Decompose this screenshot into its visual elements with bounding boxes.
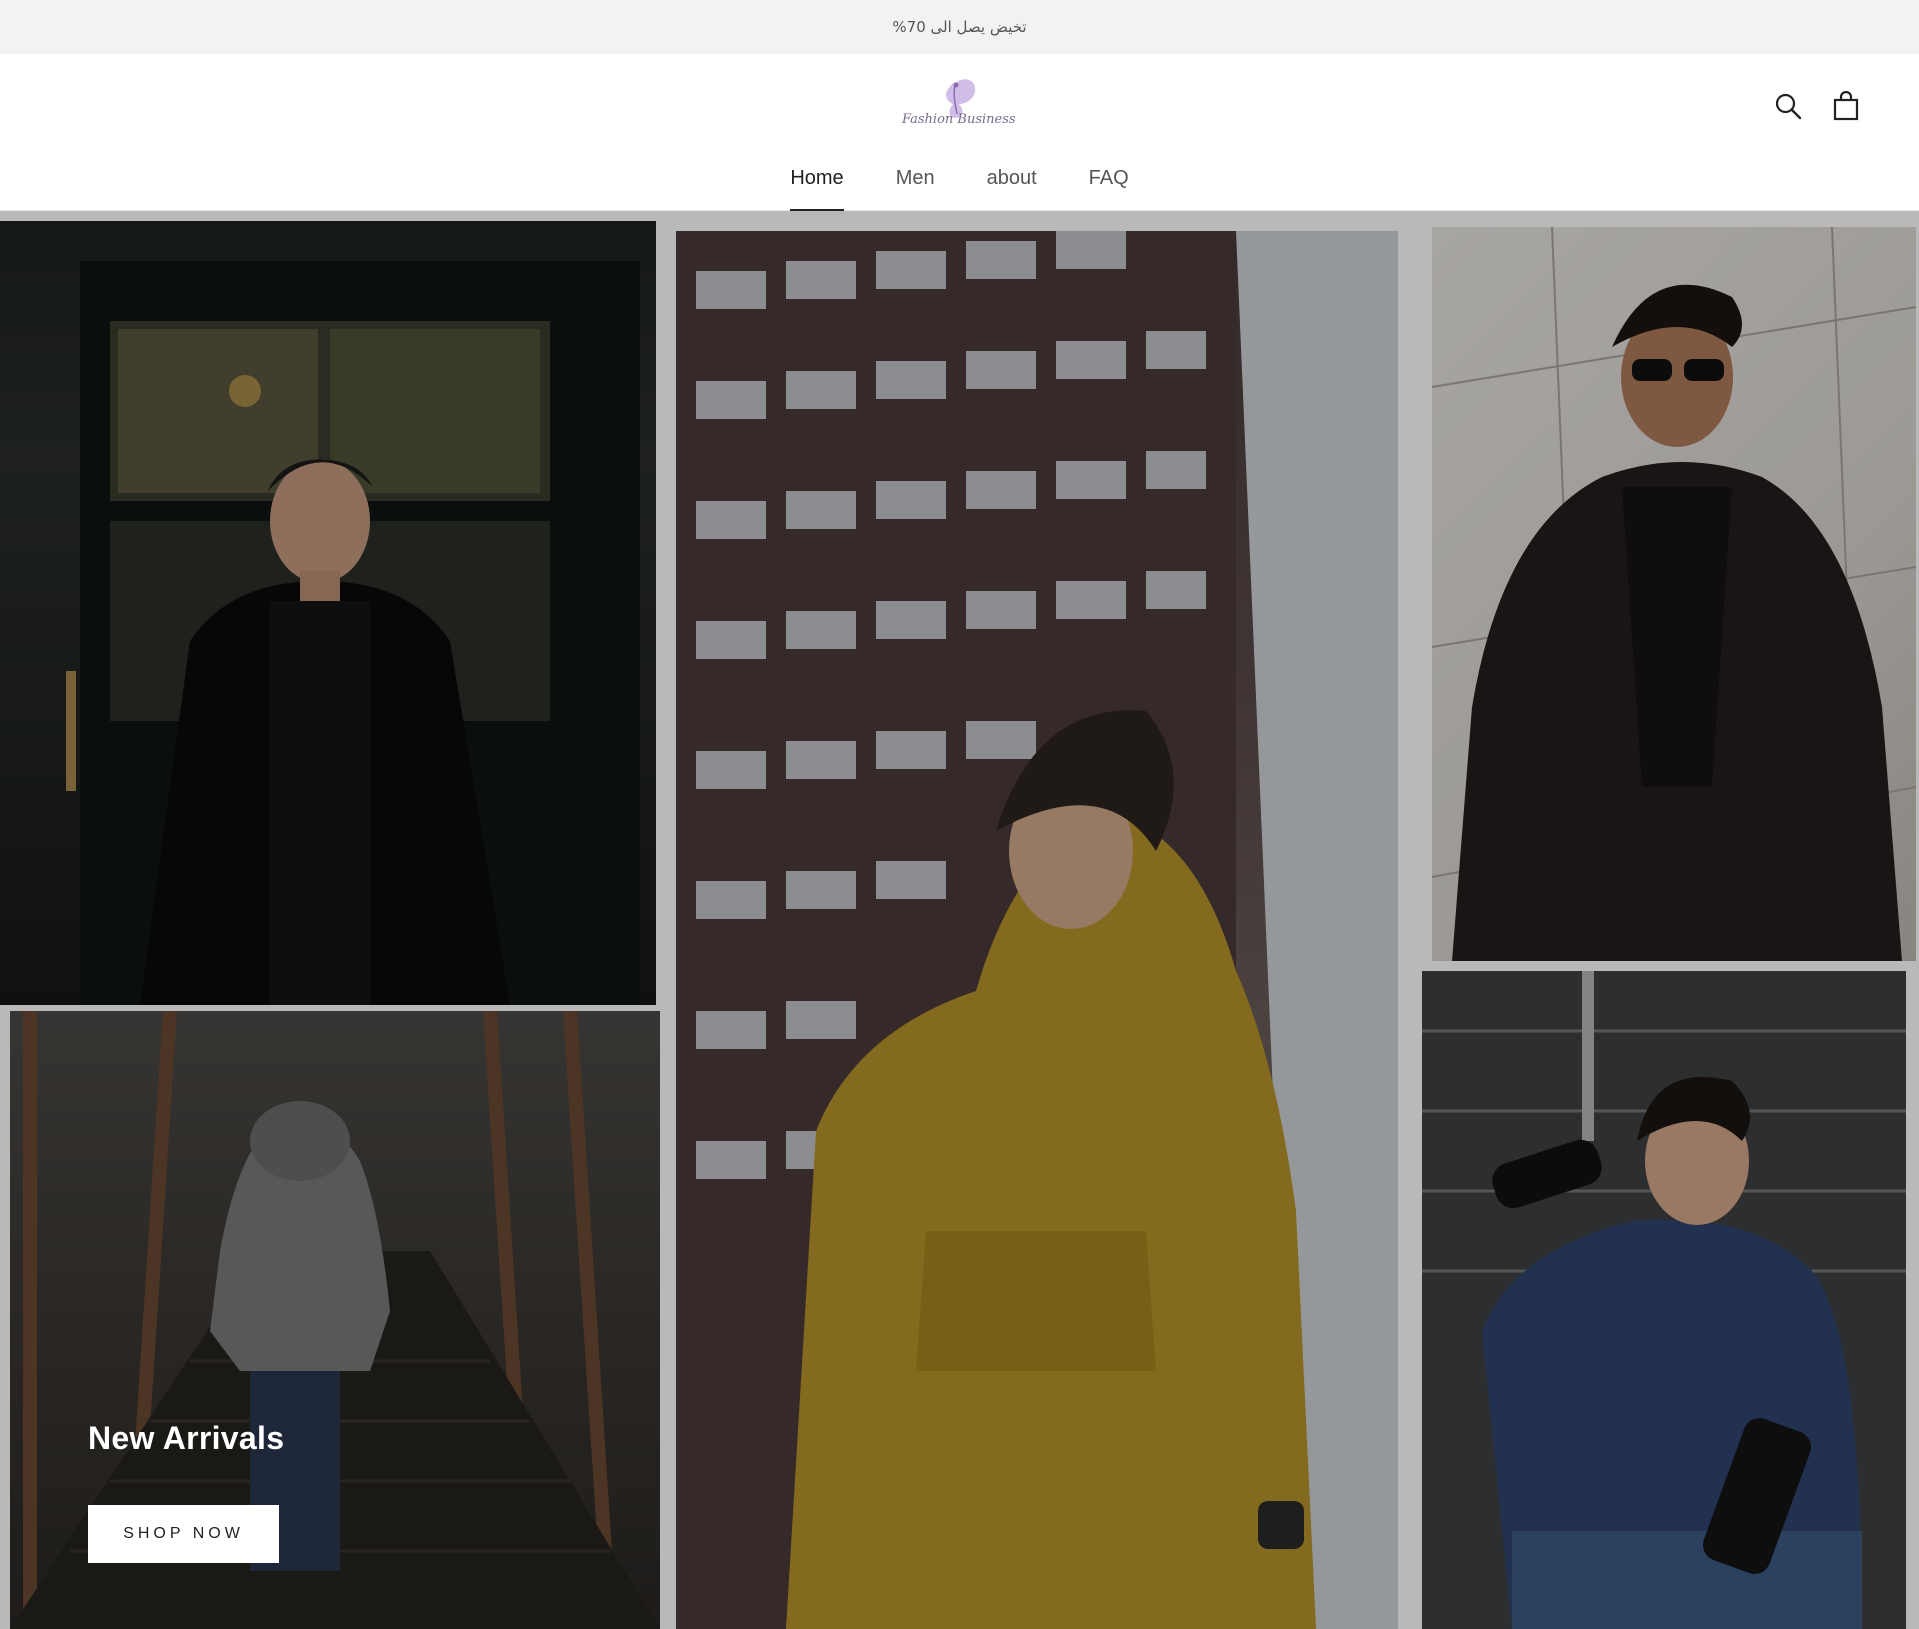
hero-title: New Arrivals <box>88 1420 285 1456</box>
shopping-bag-icon[interactable] <box>1831 87 1861 125</box>
store-logo[interactable]: Fashion Business <box>895 74 1025 138</box>
hero-collage[interactable]: New Arrivals SHOP NOW <box>0 211 1919 1629</box>
shop-now-button[interactable]: SHOP NOW <box>88 1505 279 1563</box>
nav-item-men[interactable]: Men <box>896 160 935 211</box>
announcement-text: تخيض يصل الى 70% <box>892 18 1027 36</box>
hero-photo-sunglasses <box>1432 227 1916 961</box>
main-nav: Home Men about FAQ <box>0 160 1919 211</box>
search-icon[interactable] <box>1773 87 1803 125</box>
announcement-bar: تخيض يصل الى 70% <box>0 0 1919 54</box>
site-header: Fashion Business Home Men about FAQ <box>0 54 1919 211</box>
hero-photo-yellow-hoodie <box>676 231 1398 1629</box>
logo-text: Fashion Business <box>902 112 1016 127</box>
logo-butterfly-icon <box>946 79 976 118</box>
nav-item-home[interactable]: Home <box>790 160 845 211</box>
header-actions <box>1773 87 1861 125</box>
nav-item-about[interactable]: about <box>987 160 1037 211</box>
nav-item-faq[interactable]: FAQ <box>1089 160 1129 211</box>
hero-photo-gym <box>1422 971 1906 1629</box>
hero-photo-leather-jacket <box>0 221 656 1005</box>
